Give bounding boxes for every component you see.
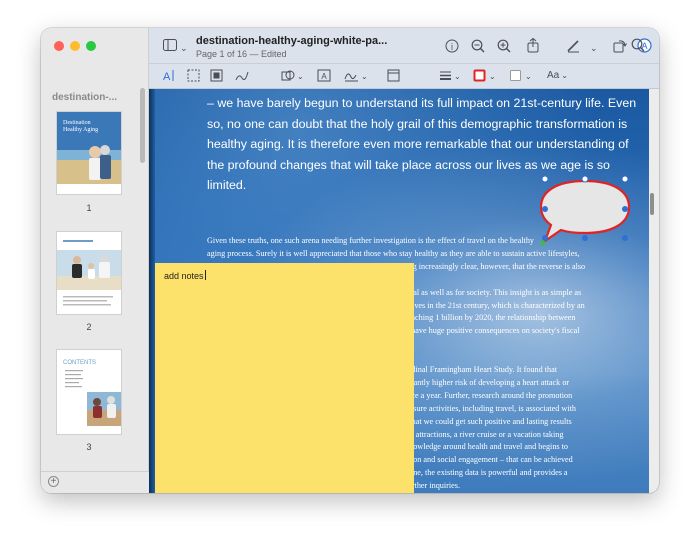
sign-icon[interactable]: ⌄ <box>344 69 368 86</box>
markup-pen-icon[interactable] <box>566 38 581 56</box>
preview-window: destination-... Destination Healthy Agin… <box>41 28 659 493</box>
thumb-contents-title: CONTENTS <box>63 360 96 366</box>
note-text-field[interactable]: add notes <box>164 270 206 281</box>
svg-text:A: A <box>321 72 327 81</box>
minimize-window-button[interactable] <box>70 41 80 51</box>
cover-image: Destination Healthy Aging <box>57 112 121 194</box>
svg-text:⌄: ⌄ <box>297 72 303 81</box>
resize-handle[interactable] <box>581 175 589 183</box>
sidebar: destination-... Destination Healthy Agin… <box>41 28 149 493</box>
zoom-in-icon[interactable] <box>497 39 511 56</box>
resize-handle[interactable] <box>541 175 549 183</box>
search-icon[interactable] <box>631 38 645 55</box>
resize-handle[interactable] <box>622 206 628 212</box>
page-2-image <box>57 232 121 314</box>
note-annotation[interactable]: add notes <box>155 263 414 493</box>
share-icon[interactable] <box>527 37 539 56</box>
shapes-icon[interactable]: ⌄ <box>281 69 304 86</box>
resize-handle[interactable] <box>542 206 548 212</box>
sidebar-scrollbar[interactable] <box>140 88 145 163</box>
text-box-icon[interactable]: A <box>317 69 331 86</box>
close-window-button[interactable] <box>54 41 64 51</box>
note-icon[interactable] <box>387 69 400 86</box>
speech-bubble-annotation[interactable] <box>535 175 635 251</box>
svg-text:Healthy Aging: Healthy Aging <box>63 127 98 133</box>
svg-text:⌄: ⌄ <box>525 72 532 81</box>
text-style-label: Aa <box>547 70 560 81</box>
page-3-image: CONTENTS <box>57 350 121 434</box>
resize-handle[interactable] <box>542 235 548 241</box>
main-toolbar: ⌄ destination-healthy-aging-white-pa... … <box>149 28 659 64</box>
tail-handle[interactable] <box>540 240 546 246</box>
sidebar-title: destination-... <box>52 92 117 103</box>
fill-color-icon[interactable]: ⌄ <box>509 69 533 86</box>
svg-text:A: A <box>163 71 171 82</box>
chevron-down-icon[interactable]: ⌄ <box>180 41 188 55</box>
page-thumbnail-3[interactable]: CONTENTS <box>57 350 121 434</box>
svg-text:⌄: ⌄ <box>361 72 368 81</box>
page-number-3: 3 <box>86 442 92 452</box>
markup-toolbar: A ⌄ A ⌄ ⌄ ⌄ ⌄ Aa ⌄ <box>149 64 659 89</box>
page-number-1: 1 <box>86 203 92 213</box>
rotate-icon[interactable] <box>613 38 627 56</box>
document-view[interactable]: – we have barely begun to understand its… <box>149 89 649 493</box>
svg-text:⌄: ⌄ <box>489 72 496 81</box>
text-cursor <box>204 270 206 280</box>
document-scrollbar[interactable] <box>650 193 654 215</box>
resize-handle[interactable] <box>622 235 628 241</box>
info-icon[interactable]: i <box>445 39 459 56</box>
zoom-window-button[interactable] <box>86 41 96 51</box>
sketch-icon[interactable] <box>210 69 223 86</box>
page-thumbnail-1[interactable]: Destination Healthy Aging <box>57 112 121 194</box>
rectangular-selection-icon[interactable] <box>187 69 200 86</box>
document-subtitle: Page 1 of 16 — Edited <box>196 49 287 59</box>
resize-handle[interactable] <box>621 175 629 183</box>
sidebar-icon[interactable] <box>163 39 177 54</box>
text-style-icon[interactable]: Aa ⌄ <box>547 69 568 82</box>
zoom-out-icon[interactable] <box>471 39 485 56</box>
thumb-cover-title: Destination <box>63 120 91 126</box>
add-page-icon[interactable]: + <box>48 476 59 487</box>
shape-style-icon[interactable]: ⌄ <box>439 69 461 86</box>
page-number-2: 2 <box>86 322 92 332</box>
page-thumbnail-2[interactable] <box>57 232 121 314</box>
note-text: add notes <box>164 271 204 281</box>
draw-icon[interactable] <box>235 69 249 86</box>
sidebar-footer: + <box>41 471 149 493</box>
svg-text:i: i <box>451 42 454 52</box>
resize-handle[interactable] <box>582 235 588 241</box>
svg-text:⌄: ⌄ <box>454 72 461 81</box>
document-title[interactable]: destination-healthy-aging-white-pa... <box>196 35 387 47</box>
border-color-icon[interactable]: ⌄ <box>473 69 497 86</box>
text-selection-icon[interactable]: A <box>163 69 177 86</box>
chevron-down-icon[interactable]: ⌄ <box>590 41 598 55</box>
